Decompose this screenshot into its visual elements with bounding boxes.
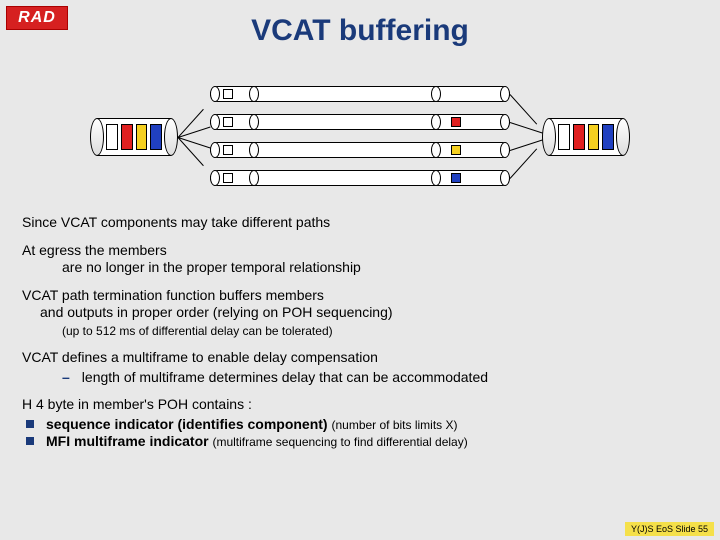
paragraph-1: Since VCAT components may take different…: [22, 214, 698, 232]
slide-title: VCAT buffering: [0, 14, 720, 48]
member-path-1: [210, 86, 510, 102]
paragraph-5: H 4 byte in member's POH contains :: [22, 396, 698, 414]
bullet-item: sequence indicator (identifies component…: [22, 416, 698, 434]
slide-footer: Y(J)S EoS Slide 55: [625, 522, 714, 536]
vcat-diagram: [90, 78, 630, 198]
bullet-item: MFI multiframe indicator (multiframe seq…: [22, 433, 698, 451]
text-sub: (multiframe sequencing to find different…: [212, 435, 467, 449]
text: At egress the members: [22, 242, 167, 258]
square-bullet-icon: [26, 437, 34, 445]
text: are no longer in the proper temporal rel…: [22, 259, 361, 275]
square-bullet-icon: [26, 420, 34, 428]
paragraph-2: At egress the members are no longer in t…: [22, 242, 698, 277]
text-sub: (number of bits limits X): [331, 418, 457, 432]
text: VCAT defines a multiframe to enable dela…: [22, 349, 378, 365]
paragraph-3: VCAT path termination function buffers m…: [22, 287, 698, 340]
sub-bullet: – length of multiframe determines delay …: [22, 369, 698, 387]
text: sequence indicator (identifies component…: [46, 416, 331, 432]
text-sub: (up to 512 ms of differential delay can …: [22, 324, 333, 338]
member-path-4: [210, 170, 510, 186]
text: length of multiframe determines delay th…: [82, 369, 488, 387]
output-pipe: [542, 118, 630, 156]
dash-icon: –: [62, 369, 70, 387]
member-path-3: [210, 142, 510, 158]
input-pipe: [90, 118, 178, 156]
slide-body: Since VCAT components may take different…: [22, 214, 698, 451]
text: VCAT path termination function buffers m…: [22, 287, 324, 303]
text: MFI multiframe indicator: [46, 433, 212, 449]
member-path-2: [210, 114, 510, 130]
paragraph-4: VCAT defines a multiframe to enable dela…: [22, 349, 698, 367]
text: and outputs in proper order (relying on …: [22, 304, 393, 320]
